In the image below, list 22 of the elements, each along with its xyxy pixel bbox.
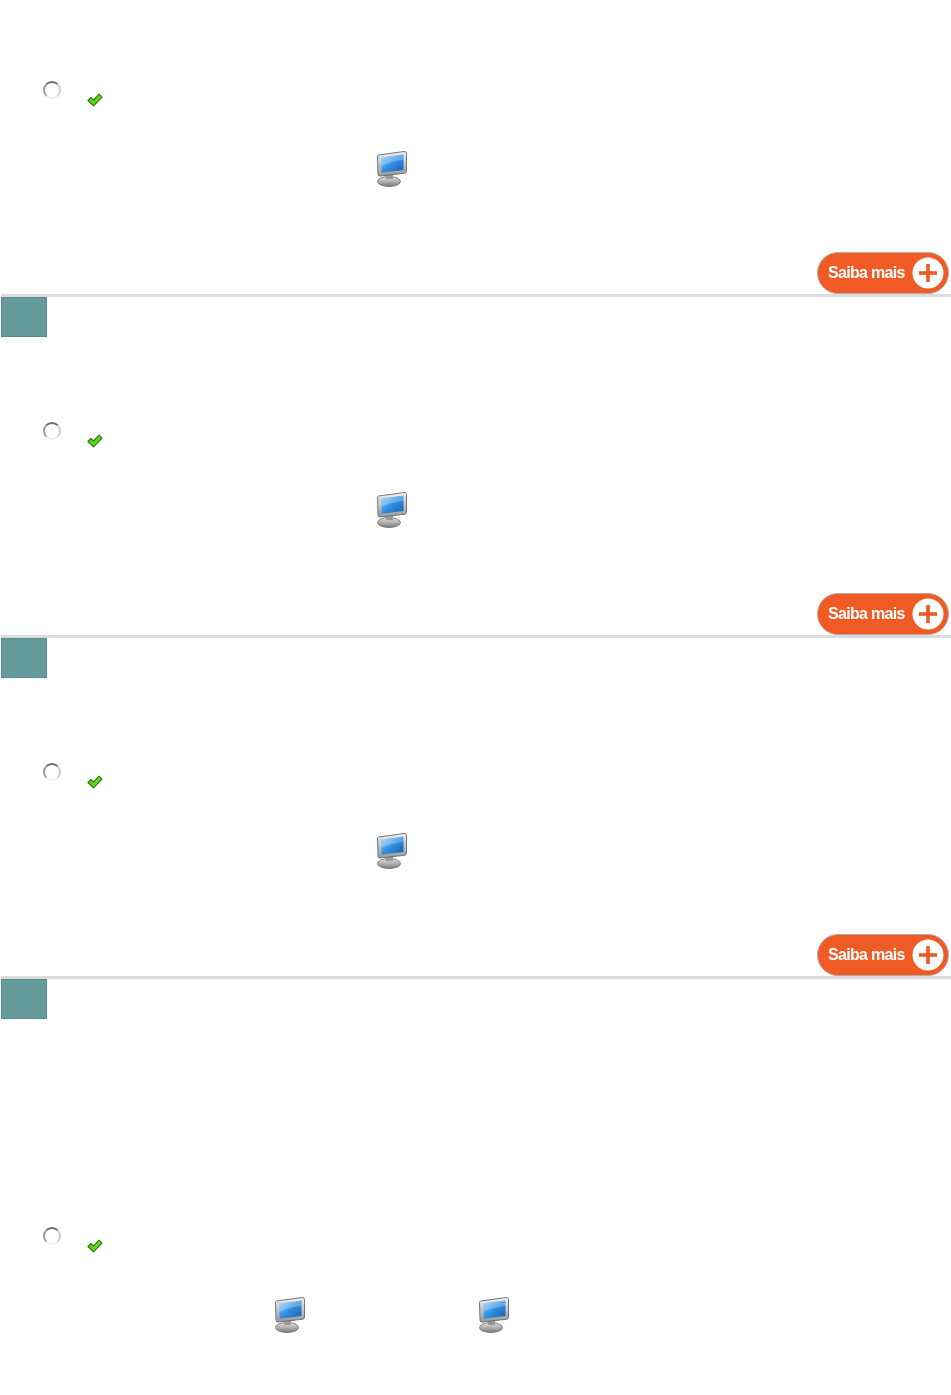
monitor-icon [376, 490, 407, 528]
radio-button[interactable] [43, 763, 61, 781]
monitor-icon [376, 831, 407, 869]
plus-icon [912, 939, 944, 971]
check-icon [87, 1239, 103, 1253]
check-icon [87, 434, 103, 448]
monitor-icon [274, 1295, 305, 1333]
radio-button[interactable] [43, 422, 61, 440]
radio-button[interactable] [43, 1227, 61, 1245]
more-button[interactable]: Saiba mais [817, 252, 949, 294]
more-button[interactable]: Saiba mais [817, 934, 949, 976]
radio-button[interactable] [43, 81, 61, 99]
header-tile [1, 979, 47, 1019]
monitor-icon [478, 1295, 509, 1333]
check-icon [87, 93, 103, 107]
plus-icon [912, 598, 944, 630]
monitor-icon [376, 149, 407, 187]
more-button[interactable]: Saiba mais [817, 593, 949, 635]
header-tile [1, 297, 47, 337]
plus-icon [912, 257, 944, 289]
header-tile [1, 638, 47, 678]
check-icon [87, 775, 103, 789]
